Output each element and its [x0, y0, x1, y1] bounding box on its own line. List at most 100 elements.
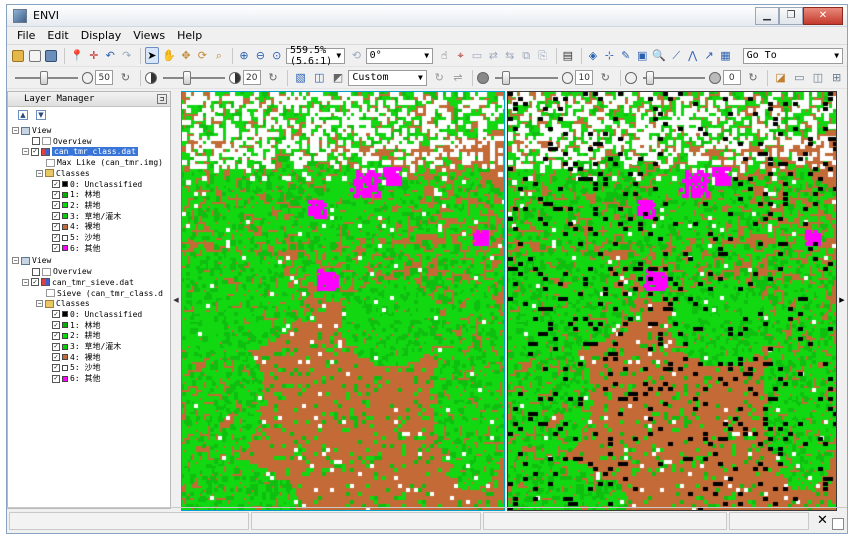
tree-class-item[interactable]: ✓ 4: 裸地	[52, 352, 100, 363]
zoom-in-icon[interactable]: ⊕	[237, 47, 251, 64]
pin-icon[interactable]: 📍	[69, 47, 85, 64]
sync-views-icon[interactable]: ⇆	[503, 47, 517, 64]
checkbox[interactable]: ✓	[52, 363, 60, 372]
tree-class-item[interactable]: ✓ 0: Unclassified	[52, 179, 142, 190]
rotation-combo[interactable]: 0° ▼	[365, 47, 434, 64]
tree-layer-node[interactable]: − ✓ can_tmr_sieve.dat	[22, 277, 134, 288]
sharpen-slider[interactable]	[494, 70, 558, 86]
checkbox[interactable]: ✓	[52, 222, 60, 231]
slider-thumb[interactable]	[40, 70, 48, 85]
polyline-icon[interactable]: ⋀	[685, 47, 699, 64]
collapse-toggle-icon[interactable]: −	[22, 278, 29, 286]
checkbox[interactable]: ✓	[52, 353, 60, 362]
export-icon[interactable]: ⎘	[535, 47, 549, 64]
collapse-panel-right-icon[interactable]: ▶	[837, 91, 847, 509]
collapse-toggle-icon[interactable]: −	[12, 127, 19, 134]
tree-class-item[interactable]: ✓ 1: 林地	[52, 320, 100, 331]
contrast-value[interactable]: 20	[242, 70, 261, 85]
rotate-left-icon[interactable]: ⟲	[349, 47, 363, 64]
tree-layer-node[interactable]: − ✓ can_tmr_class.dat	[22, 146, 138, 157]
checkbox[interactable]: ✓	[52, 321, 60, 330]
checkbox[interactable]: ✓	[52, 342, 60, 351]
slider-thumb[interactable]	[645, 70, 654, 85]
measure-icon[interactable]: ⊹	[602, 47, 616, 64]
stretch-type-icon[interactable]: ◩	[330, 69, 347, 86]
tree-class-item[interactable]: ✓ 2: 耕地	[52, 200, 100, 211]
checkbox[interactable]: ✓	[52, 180, 60, 188]
refresh-icon[interactable]: ↻	[117, 69, 134, 86]
chip-icon[interactable]: ⧉	[519, 47, 533, 64]
slider-thumb[interactable]	[501, 70, 510, 85]
collapse-panel-left-icon[interactable]: ◀	[171, 91, 181, 509]
reset-icon[interactable]: ⇌	[450, 69, 467, 86]
menu-help[interactable]: Help	[171, 29, 208, 42]
close-button[interactable]: ✕	[803, 6, 843, 25]
zoom-box-icon[interactable]: ⌕	[212, 47, 226, 64]
menu-views[interactable]: Views	[127, 29, 171, 42]
undo-icon[interactable]: ↶	[103, 47, 117, 64]
menu-edit[interactable]: Edit	[41, 29, 74, 42]
tree-class-item[interactable]: ✓ 0: Unclassified	[52, 309, 142, 320]
cursor-value-icon[interactable]: ☝	[437, 47, 451, 64]
collapse-toggle-icon[interactable]: −	[12, 257, 19, 265]
checkbox[interactable]: ✓	[52, 201, 60, 210]
refresh-icon[interactable]: ↻	[745, 69, 762, 86]
stretch-combo[interactable]: Custom ▼	[348, 69, 427, 86]
brightness-value[interactable]: 50	[95, 70, 114, 85]
ruler-icon[interactable]: ▦	[718, 47, 732, 64]
contrast-slider[interactable]	[162, 70, 226, 86]
tree-class-item[interactable]: ✓ 2: 耕地	[52, 330, 100, 341]
checkbox[interactable]: ✓	[31, 278, 39, 287]
checkbox[interactable]: ✓	[52, 233, 60, 242]
vector-edit-icon[interactable]: ◈	[586, 47, 600, 64]
tree-classes-node[interactable]: − Classes	[36, 298, 90, 309]
search-icon[interactable]: 🔍	[651, 47, 667, 64]
crosshairs-icon[interactable]: ⌖	[453, 47, 467, 64]
transparency-value[interactable]: 0	[722, 70, 741, 85]
minimize-button[interactable]: ▁	[755, 6, 779, 25]
checkbox[interactable]: ✓	[52, 374, 60, 383]
restore-button[interactable]: ❐	[779, 6, 803, 25]
checkbox[interactable]: ✓	[52, 244, 60, 253]
menu-file[interactable]: File	[11, 29, 41, 42]
sharpen-value[interactable]: 10	[575, 70, 594, 85]
pin-panel-icon[interactable]: ⊐	[157, 94, 167, 104]
histogram-icon[interactable]: ◫	[311, 69, 328, 86]
checkbox[interactable]: ✓	[52, 190, 60, 199]
tree-class-item[interactable]: ✓ 6: 其他	[52, 243, 100, 254]
tree-class-item[interactable]: ✓ 5: 沙地	[52, 362, 100, 373]
tree-class-item[interactable]: ✓ 3: 草地/灌木	[52, 211, 121, 222]
checkbox[interactable]: ✓	[52, 212, 60, 221]
crosshair-icon[interactable]: ✛	[87, 47, 101, 64]
resize-grip[interactable]	[832, 518, 844, 530]
tree-class-item[interactable]: ✓ 4: 裸地	[52, 221, 100, 232]
refresh-icon[interactable]: ↻	[597, 69, 614, 86]
zoom-combo[interactable]: 559.5% (5.6:1) ▼	[285, 45, 346, 67]
tree-class-item[interactable]: ✓ 6: 其他	[52, 373, 100, 384]
single-view-icon[interactable]: ▭	[791, 69, 808, 86]
checkbox[interactable]	[32, 137, 40, 146]
open-file-icon[interactable]	[11, 47, 25, 64]
brightness-slider[interactable]	[15, 70, 78, 86]
layer-icon[interactable]	[44, 47, 58, 64]
fly-icon[interactable]: ✥	[179, 47, 193, 64]
four-views-icon[interactable]: ⊞	[828, 69, 845, 86]
transparency-slider[interactable]	[642, 70, 706, 86]
rotate-icon[interactable]: ⟳	[195, 47, 209, 64]
collapse-all-icon[interactable]: ▲	[18, 110, 28, 120]
tree-class-item[interactable]: ✓ 1: 林地	[52, 189, 100, 200]
menu-display[interactable]: Display	[75, 29, 128, 42]
zoom-full-icon[interactable]: ⊙	[270, 47, 284, 64]
tree-view-node[interactable]: − View	[12, 255, 51, 266]
collapse-toggle-icon[interactable]: −	[36, 300, 43, 308]
film-icon[interactable]: ▤	[561, 47, 575, 64]
portal-icon[interactable]: ▭	[470, 47, 484, 64]
layout-icon[interactable]: ◪	[772, 69, 789, 86]
tree-overview-node[interactable]: Overview	[32, 266, 92, 277]
collapse-toggle-icon[interactable]: −	[36, 169, 43, 177]
data-manager-icon[interactable]	[27, 47, 41, 64]
zoom-out-icon[interactable]: ⊖	[253, 47, 267, 64]
tree-classes-node[interactable]: − Classes	[36, 168, 90, 179]
slider-thumb[interactable]	[182, 70, 191, 85]
checkbox[interactable]: ✓	[52, 331, 60, 340]
